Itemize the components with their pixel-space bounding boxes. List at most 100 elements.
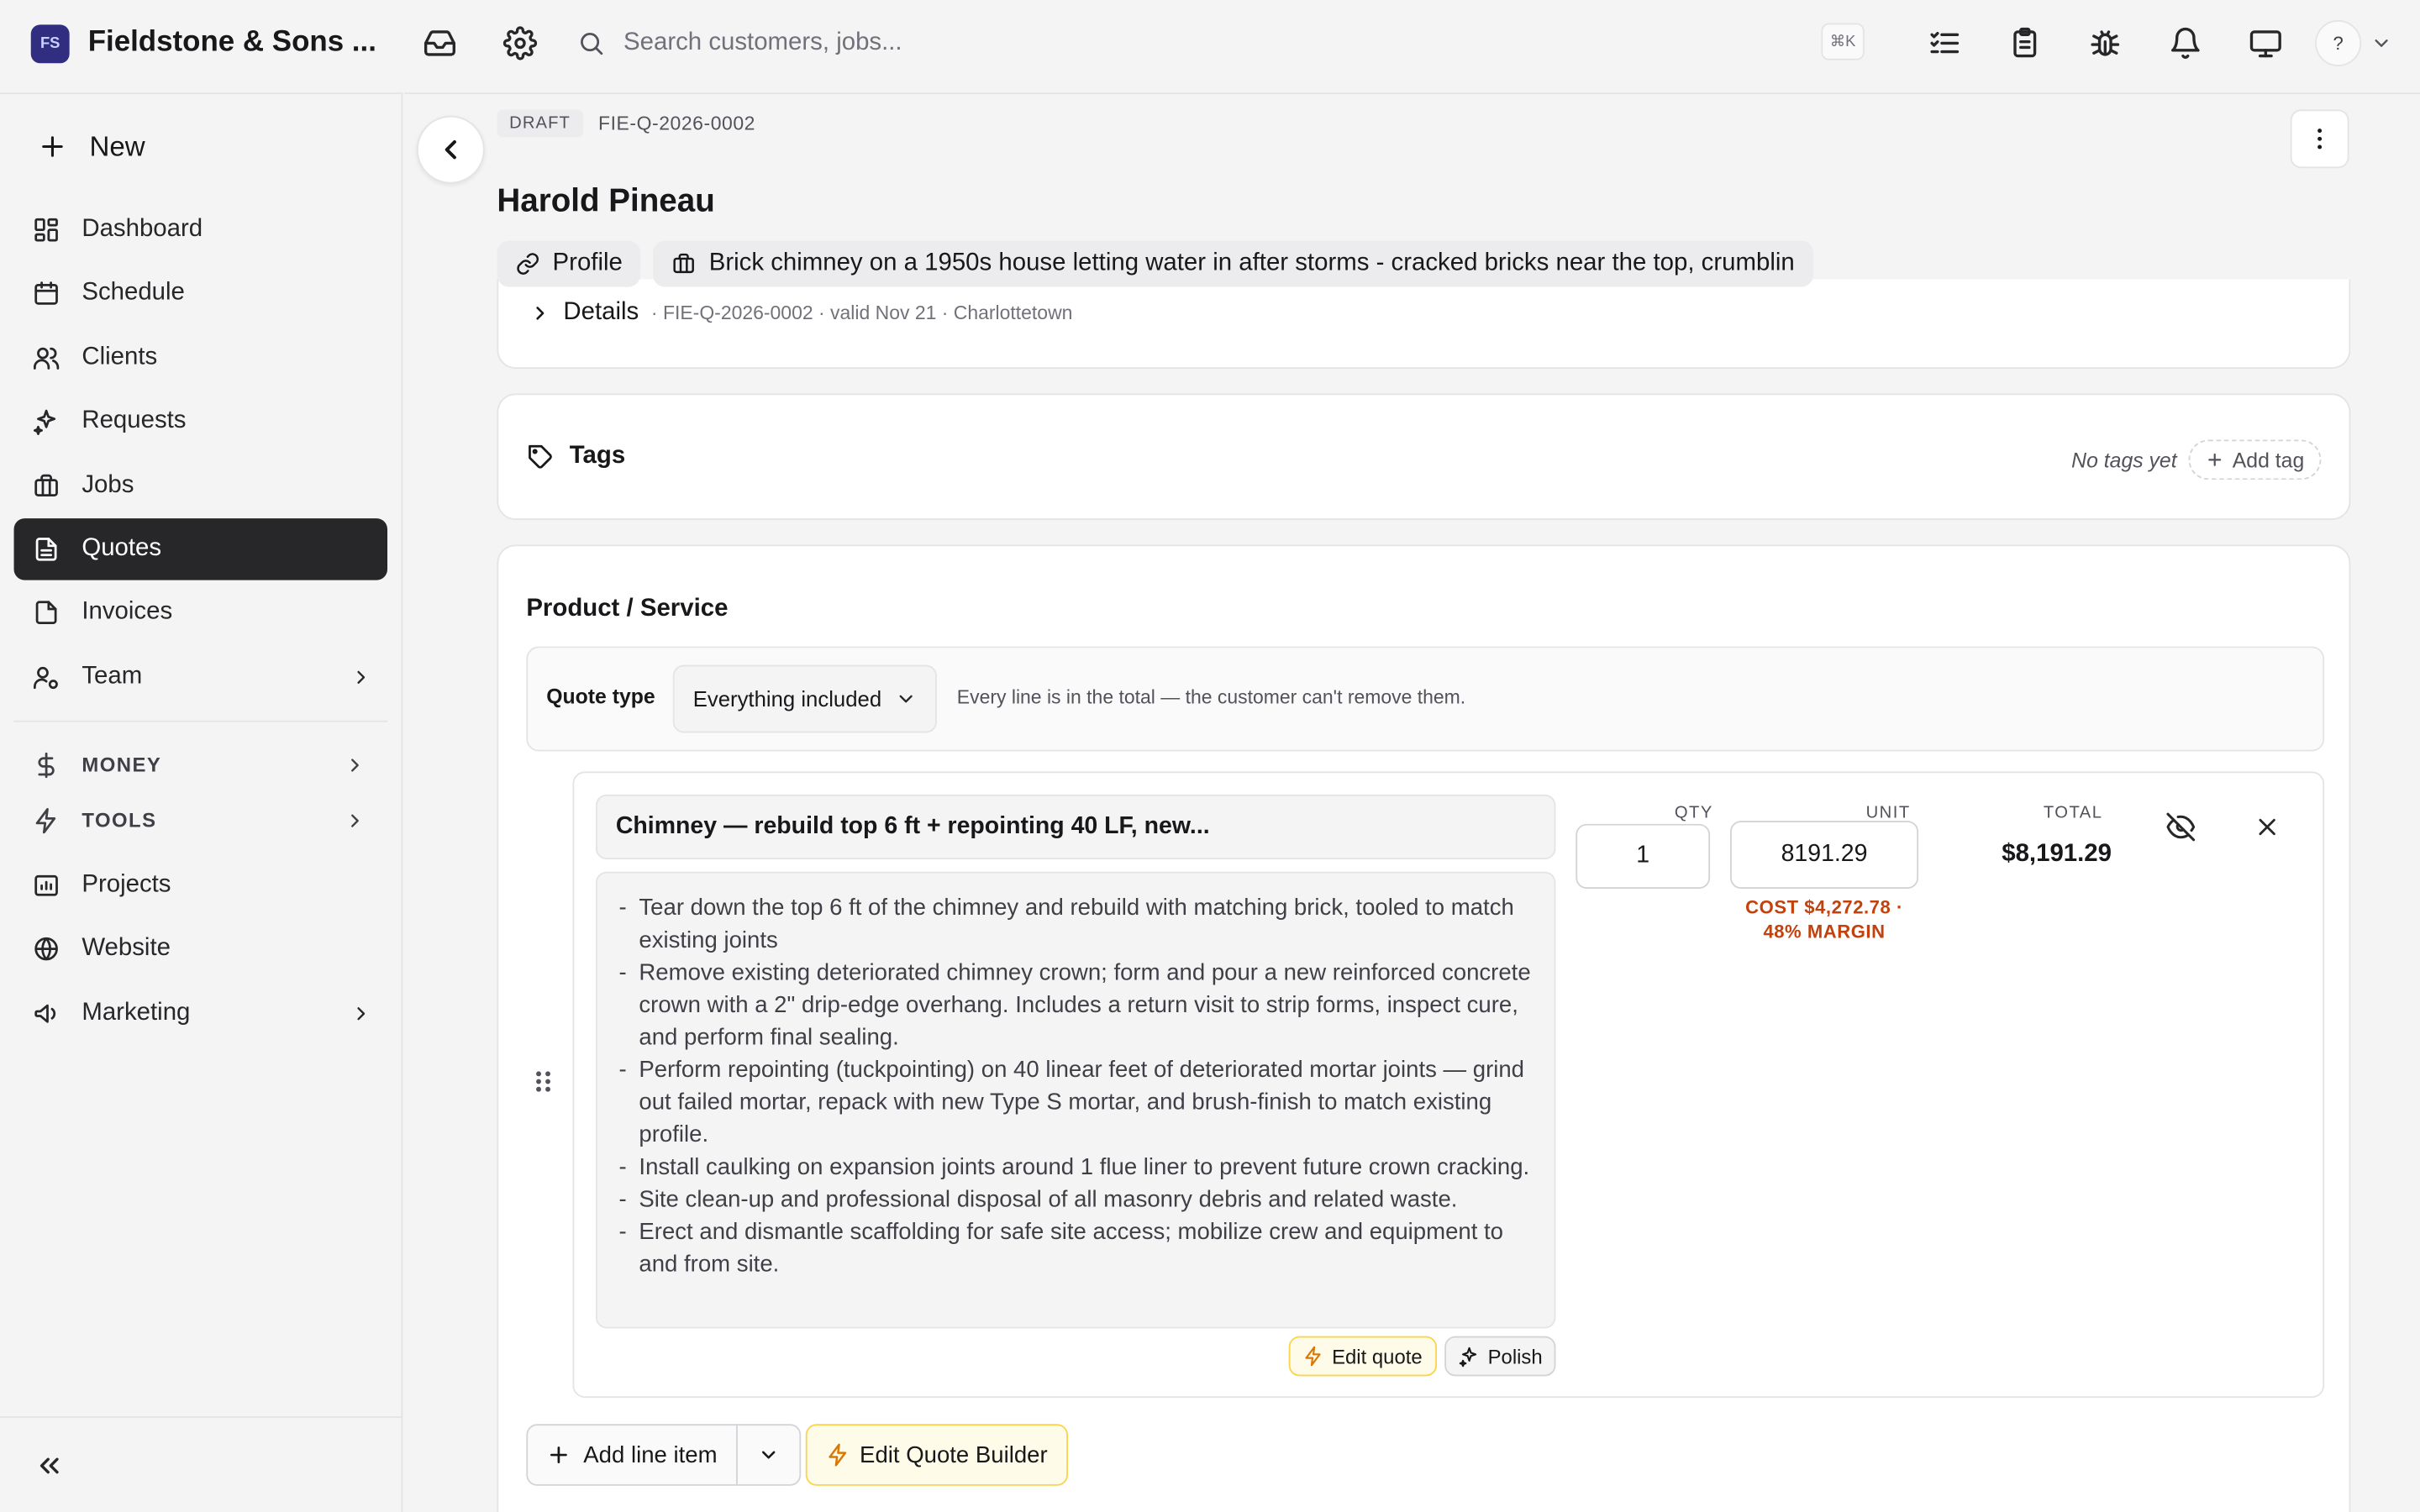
description-bullet: Site clean-up and professional disposal … — [616, 1184, 1533, 1216]
quote-type-hint: Every line is in the total — the custome… — [956, 686, 1466, 709]
megaphone-icon — [33, 999, 60, 1026]
user-menu[interactable]: ? — [2315, 19, 2392, 66]
sidebar-item-marketing[interactable]: Marketing — [14, 982, 387, 1043]
job-chip[interactable]: Brick chimney on a 1950s house letting w… — [653, 240, 1813, 287]
add-line-item-label: Add line item — [583, 1441, 718, 1468]
chevron-down-icon — [757, 1444, 779, 1466]
quote-chips: Profile Brick chimney on a 1950s house l… — [497, 240, 1813, 287]
quote-number: FIE-Q-2026-0002 — [598, 113, 755, 134]
search-input[interactable] — [623, 29, 1704, 57]
new-button[interactable]: New — [37, 116, 145, 177]
edit-quote-label: Edit quote — [1332, 1344, 1423, 1368]
tags-card: Tags No tags yet Add tag — [497, 393, 2351, 520]
globe-icon — [33, 935, 60, 963]
tags-actions: No tags yet Add tag — [2071, 439, 2322, 480]
add-tag-button[interactable]: Add tag — [2189, 439, 2322, 480]
bell-icon[interactable] — [2154, 13, 2216, 74]
inbox-icon[interactable] — [409, 13, 471, 74]
chevron-right-icon — [345, 810, 366, 832]
sidebar-item-label: Quotes — [82, 535, 162, 562]
brand[interactable]: FS Fieldstone & Sons ... — [0, 24, 404, 63]
checklist-icon[interactable] — [1914, 13, 1975, 74]
top-bar: FS Fieldstone & Sons ... ⌘K — [0, 0, 2420, 87]
briefcase-icon — [672, 251, 697, 276]
unit-price-input[interactable]: 8191.29 — [1729, 821, 1919, 889]
chevron-left-icon — [435, 134, 466, 165]
add-line-item-group: Add line item — [526, 1424, 801, 1486]
line-item-description[interactable]: Tear down the top 6 ft of the chimney an… — [595, 871, 1556, 1329]
monitor-icon[interactable] — [2235, 13, 2296, 74]
sidebar-item-website[interactable]: Website — [14, 918, 387, 979]
chevron-down-icon — [895, 688, 917, 710]
search-bar[interactable]: ⌘K — [559, 13, 1886, 74]
back-button[interactable] — [416, 115, 485, 184]
sidebar-item-team[interactable]: Team — [14, 646, 387, 707]
sidebar-item-clients[interactable]: Clients — [14, 327, 387, 388]
description-bullet: Perform repointing (tuckpointing) on 40 … — [616, 1053, 1533, 1151]
sidebar-item-quotes[interactable]: Quotes — [13, 518, 388, 580]
details-card: Details · FIE-Q-2026-0002 · valid Nov 21… — [497, 279, 2351, 369]
details-label: Details — [563, 299, 639, 326]
sidebar-section-money[interactable]: MONEY — [14, 737, 387, 792]
sidebar-item-label: Website — [82, 935, 171, 962]
kebab-icon — [2306, 125, 2333, 153]
line-item-name-input[interactable]: Chimney — rebuild top 6 ft + repointing … — [595, 794, 1556, 860]
sidebar-section-label: TOOLS — [82, 808, 157, 832]
sidebar-item-jobs[interactable]: Jobs — [14, 454, 387, 516]
sidebar-item-schedule[interactable]: Schedule — [14, 263, 387, 324]
chevron-right-icon — [350, 1002, 372, 1024]
description-bullet: Remove existing deteriorated chimney cro… — [616, 957, 1533, 1054]
more-options-button[interactable] — [2290, 109, 2349, 169]
new-button-label: New — [89, 130, 145, 161]
description-bullet: Tear down the top 6 ft of the chimney an… — [616, 892, 1533, 957]
drag-handle-icon[interactable] — [533, 1068, 555, 1095]
bug-icon[interactable] — [2075, 13, 2136, 74]
eye-off-icon[interactable] — [2165, 811, 2196, 843]
gear-icon[interactable] — [489, 13, 550, 74]
sidebar-item-label: Requests — [82, 407, 187, 434]
description-bullet: Erect and dismantle scaffolding for safe… — [616, 1215, 1533, 1280]
plus-icon — [2207, 450, 2225, 469]
chevron-right-icon — [350, 666, 372, 688]
profile-chip[interactable]: Profile — [497, 240, 641, 287]
sidebar-section-tools[interactable]: TOOLS — [14, 793, 387, 848]
chevron-right-icon — [345, 754, 366, 776]
polish-button[interactable]: Polish — [1444, 1336, 1557, 1377]
tags-title: Tags — [569, 443, 626, 470]
quote-type-select[interactable]: Everything included — [672, 664, 937, 733]
sidebar-item-invoices[interactable]: Invoices — [14, 582, 387, 643]
description-bullet: Install caulking on expansion joints aro… — [616, 1151, 1533, 1184]
clipboard-icon[interactable] — [1994, 13, 2055, 74]
brand-logo: FS — [30, 24, 70, 63]
page-title: Harold Pineau — [497, 183, 715, 219]
sidebar-item-requests[interactable]: Requests — [14, 391, 387, 452]
invoice-icon — [33, 599, 60, 627]
qty-column-header: QTY — [1674, 803, 1713, 822]
edit-quote-button[interactable]: Edit quote — [1288, 1336, 1437, 1377]
tag-icon — [526, 443, 554, 470]
collapse-sidebar-button[interactable] — [0, 1416, 402, 1512]
add-line-item-dropdown[interactable] — [737, 1425, 798, 1484]
chevron-down-icon — [2370, 33, 2392, 55]
qty-input[interactable]: 1 — [1576, 823, 1711, 889]
sidebar-item-label: Team — [82, 663, 143, 690]
add-line-item-button[interactable]: Add line item — [528, 1425, 738, 1484]
quote-meta: DRAFT FIE-Q-2026-0002 — [497, 109, 755, 138]
plus-icon — [546, 1442, 571, 1467]
total-column-header: TOTAL — [2043, 803, 2103, 822]
sidebar-nav: Dashboard Schedule Clients Requests Jobs… — [13, 199, 388, 1046]
unit-column-header: UNIT — [1865, 803, 1911, 822]
edit-quote-builder-button[interactable]: Edit Quote Builder — [805, 1424, 1068, 1486]
top-bar-actions: ? — [1914, 13, 2392, 74]
help-avatar[interactable]: ? — [2315, 19, 2362, 66]
link-icon — [515, 251, 539, 276]
plus-icon — [37, 131, 68, 162]
sidebar-item-dashboard[interactable]: Dashboard — [14, 199, 387, 260]
sidebar-item-label: Schedule — [82, 280, 185, 307]
no-tags-text: No tags yet — [2071, 448, 2177, 472]
details-toggle[interactable]: Details · FIE-Q-2026-0002 · valid Nov 21… — [529, 299, 1072, 327]
sidebar-item-projects[interactable]: Projects — [14, 854, 387, 916]
sidebar: New Dashboard Schedule Clients Requests … — [0, 92, 403, 1512]
sidebar-item-label: Marketing — [82, 999, 191, 1026]
close-icon[interactable] — [2254, 813, 2281, 841]
